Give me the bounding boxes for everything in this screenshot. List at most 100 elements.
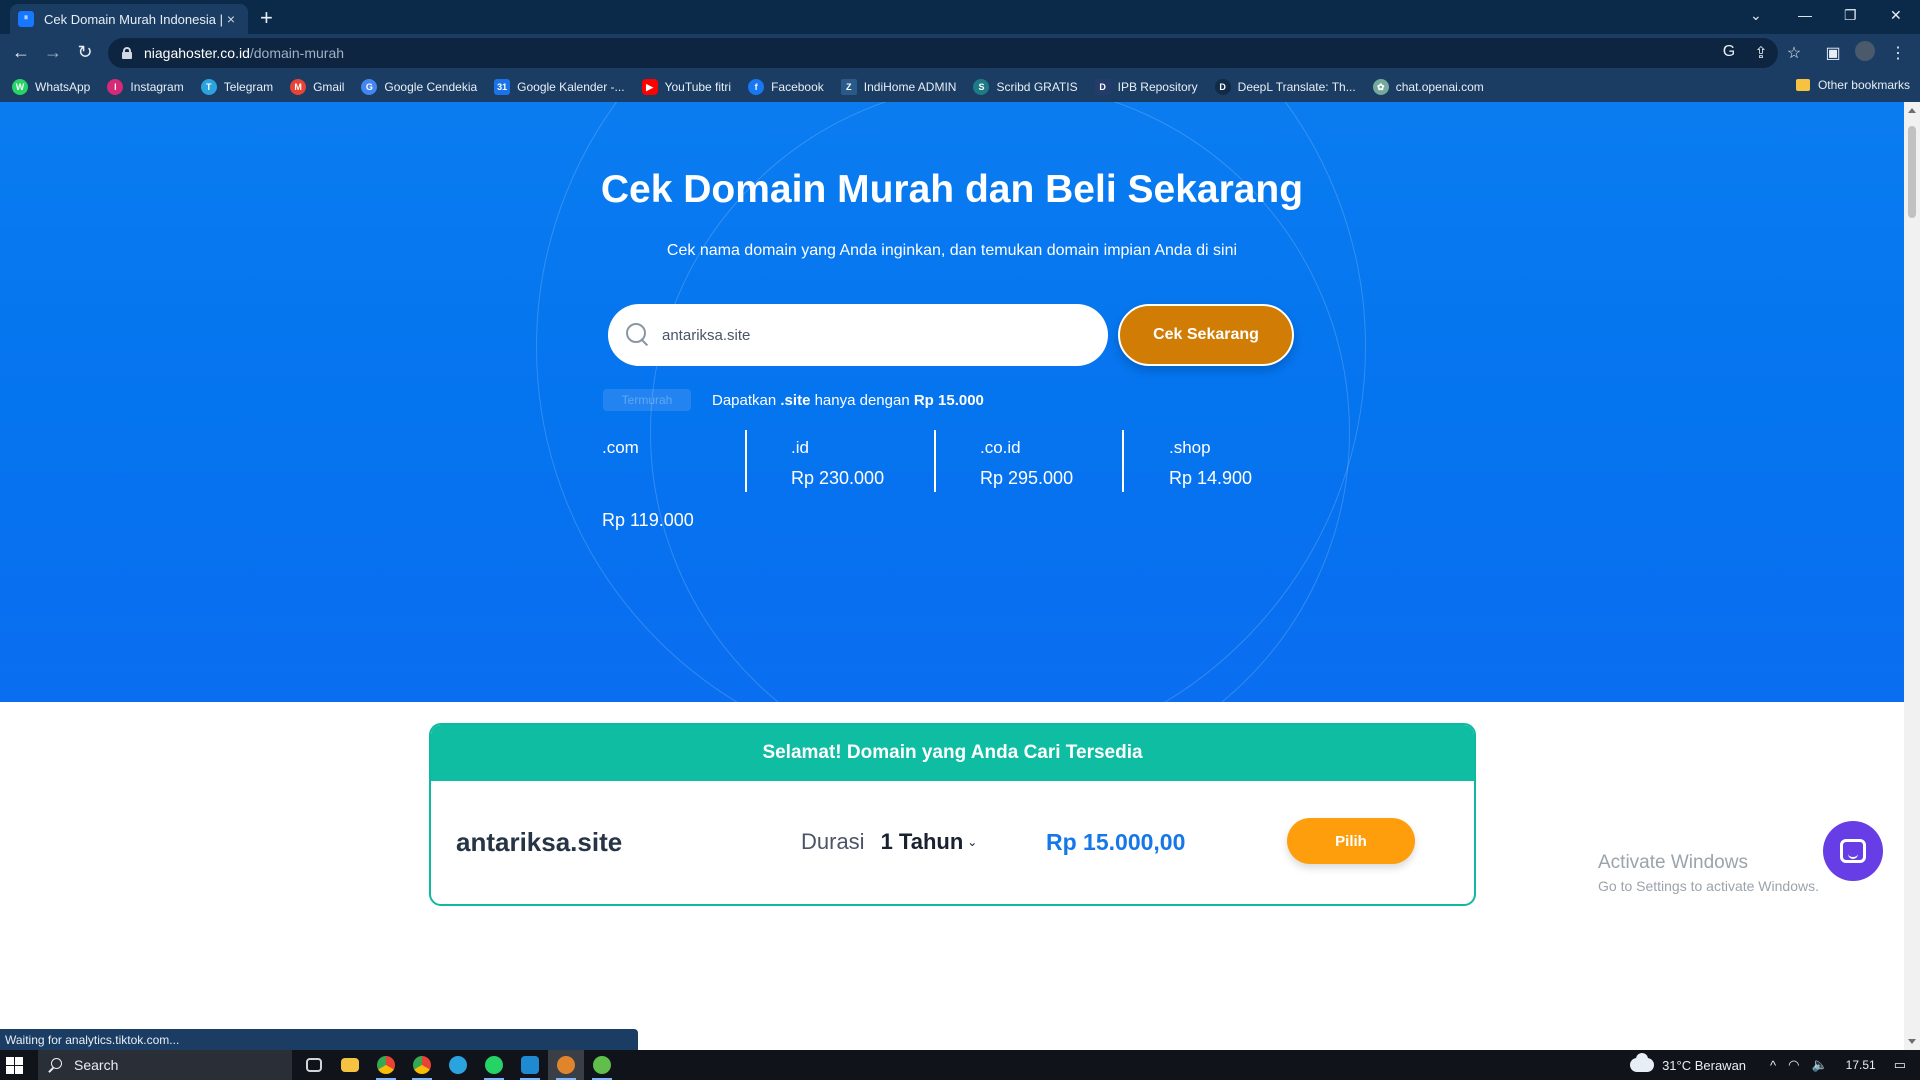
bookmark-deepl[interactable]: D DeepL Translate: Th... xyxy=(1214,79,1356,95)
notification-icon[interactable]: ▭ xyxy=(1894,1057,1906,1073)
chrome-icon-2[interactable] xyxy=(404,1050,440,1080)
result-header: Selamat! Domain yang Anda Cari Tersedia xyxy=(431,725,1474,781)
bookmark-indihome[interactable]: Z IndiHome ADMIN xyxy=(840,79,956,95)
browser-toolbar: ← → ↻ niagahoster.co.id/domain-murah G ⇪… xyxy=(0,34,1920,72)
weather-text[interactable]: 31°C Berawan xyxy=(1662,1058,1746,1073)
deepl-icon: D xyxy=(1214,79,1231,95)
tld-name: .shop xyxy=(1169,438,1211,457)
bookmark-google-cendekia[interactable]: G Google Cendekia xyxy=(361,79,477,95)
duration-selector[interactable]: Durasi 1 Tahun ⌄ xyxy=(801,829,977,855)
scrollbar-thumb[interactable] xyxy=(1908,126,1916,218)
tray-chevron-icon[interactable]: ^ xyxy=(1770,1058,1776,1073)
scroll-down-icon[interactable] xyxy=(1908,1039,1916,1044)
address-bar[interactable]: niagahoster.co.id/domain-murah xyxy=(108,38,1778,68)
taskbar-search[interactable]: Search xyxy=(38,1050,292,1080)
browser-tab-strip: ᐦ Cek Domain Murah Indonesia | B × + ⌄ —… xyxy=(0,0,1920,34)
gmail-icon: M xyxy=(290,79,307,95)
result-price: Rp 15.000,00 xyxy=(1046,829,1186,855)
task-view-icon[interactable] xyxy=(296,1050,332,1080)
tld-price: Rp 14.900 xyxy=(1169,468,1253,488)
search-icon xyxy=(626,323,650,347)
system-tray: 31°C Berawan ^ ◠ 🔈 17.51 ▭ xyxy=(1628,1050,1920,1080)
tab-search-icon[interactable]: ⌄ xyxy=(1750,0,1762,30)
close-window-icon[interactable]: ✕ xyxy=(1890,0,1902,30)
google-icon[interactable]: G xyxy=(1719,43,1739,61)
new-tab-button[interactable]: + xyxy=(260,5,273,31)
back-icon[interactable]: ← xyxy=(10,42,32,63)
whatsapp-icon[interactable] xyxy=(476,1050,512,1080)
bookmark-whatsapp[interactable]: W WhatsApp xyxy=(12,79,90,95)
reload-icon[interactable]: ↻ xyxy=(74,42,96,63)
instagram-icon: I xyxy=(107,79,124,95)
bookmark-youtube[interactable]: ▶ YouTube fitri xyxy=(641,79,731,95)
activate-windows-watermark: Activate Windows Go to Settings to activ… xyxy=(1598,852,1819,894)
vscode-icon[interactable] xyxy=(512,1050,548,1080)
browser-status-bar: Waiting for analytics.tiktok.com... xyxy=(0,1029,638,1050)
hero-section: Cek Domain Murah dan Beli Sekarang Cek n… xyxy=(0,102,1904,702)
scroll-up-icon[interactable] xyxy=(1908,108,1916,113)
bookmark-facebook[interactable]: f Facebook xyxy=(748,79,824,95)
bookmark-telegram[interactable]: T Telegram xyxy=(200,79,273,95)
page-subtitle: Cek nama domain yang Anda inginkan, dan … xyxy=(666,242,1238,259)
domain-search-box[interactable] xyxy=(608,304,1108,366)
google-calendar-icon: 31 xyxy=(494,79,511,95)
scribd-icon: S xyxy=(973,79,990,95)
tld-item: .shop Rp 14.900 xyxy=(1169,430,1319,489)
tld-item: .com Rp 119.000 xyxy=(602,430,752,531)
domain-search-input[interactable] xyxy=(662,326,1062,344)
whatsapp-icon: W xyxy=(12,79,28,95)
file-explorer-icon[interactable] xyxy=(332,1050,368,1080)
youtube-icon: ▶ xyxy=(641,79,658,95)
telegram-icon[interactable] xyxy=(440,1050,476,1080)
app-orange-icon[interactable] xyxy=(548,1050,584,1080)
tab-close-icon[interactable]: × xyxy=(222,11,240,27)
bookmark-ipb-repository[interactable]: D IPB Repository xyxy=(1094,79,1198,95)
other-bookmarks[interactable]: Other bookmarks xyxy=(1795,78,1910,92)
duration-value[interactable]: 1 Tahun xyxy=(881,829,964,855)
ipb-icon: D xyxy=(1094,79,1111,95)
pilih-button[interactable]: Pilih xyxy=(1287,818,1415,864)
menu-icon[interactable]: ⋮ xyxy=(1888,43,1908,63)
live-chat-button[interactable] xyxy=(1823,821,1883,881)
tld-price: Rp 119.000 xyxy=(602,510,694,530)
page-scrollbar[interactable] xyxy=(1904,102,1920,1050)
result-domain-name: antariksa.site xyxy=(456,827,623,857)
domain-result-card: Selamat! Domain yang Anda Cari Tersedia … xyxy=(429,723,1476,906)
clock[interactable]: 17.51 xyxy=(1846,1058,1876,1072)
bookmark-google-kalender[interactable]: 31 Google Kalender -... xyxy=(494,79,625,95)
minimize-icon[interactable]: — xyxy=(1798,0,1812,30)
windows-start-icon[interactable] xyxy=(6,1057,23,1074)
forward-icon[interactable]: → xyxy=(42,42,64,63)
openai-icon: ✿ xyxy=(1372,79,1389,95)
tab-title: Cek Domain Murah Indonesia | B xyxy=(44,11,222,27)
bookmark-chat-openai[interactable]: ✿ chat.openai.com xyxy=(1372,79,1484,95)
zte-icon: Z xyxy=(840,79,857,95)
page-content: Cek Domain Murah dan Beli Sekarang Cek n… xyxy=(0,102,1904,1050)
chevron-down-icon[interactable]: ⌄ xyxy=(967,835,977,849)
profile-avatar[interactable] xyxy=(1855,41,1875,61)
niagahoster-logo-icon: ᐦ xyxy=(18,11,34,27)
bookmark-scribd[interactable]: S Scribd GRATIS xyxy=(973,79,1078,95)
wifi-icon[interactable]: ◠ xyxy=(1788,1057,1799,1073)
side-panel-icon[interactable]: ▣ xyxy=(1823,43,1843,63)
app-green-icon[interactable] xyxy=(584,1050,620,1080)
weather-cloud-icon xyxy=(1628,1053,1655,1072)
tld-price: Rp 295.000 xyxy=(980,468,1074,488)
share-icon[interactable]: ⇪ xyxy=(1751,43,1771,63)
tld-item: .id Rp 230.000 xyxy=(791,430,941,489)
restore-icon[interactable]: ❐ xyxy=(1844,0,1857,30)
bookmark-star-icon[interactable]: ☆ xyxy=(1784,43,1804,63)
cek-sekarang-button[interactable]: Cek Sekarang xyxy=(1118,304,1294,366)
address-host: niagahoster.co.id xyxy=(144,45,250,61)
chat-bubble-icon xyxy=(1840,839,1866,863)
browser-tab[interactable]: ᐦ Cek Domain Murah Indonesia | B × xyxy=(10,4,248,34)
bookmark-gmail[interactable]: M Gmail xyxy=(290,79,344,95)
volume-icon[interactable]: 🔈 xyxy=(1811,1057,1827,1073)
search-icon xyxy=(48,1058,62,1072)
taskbar-apps xyxy=(296,1050,620,1080)
address-path: /domain-murah xyxy=(249,45,345,61)
google-scholar-icon: G xyxy=(361,79,378,95)
chrome-icon[interactable] xyxy=(368,1050,404,1080)
bookmark-instagram[interactable]: I Instagram xyxy=(107,79,184,95)
tld-price: Rp 230.000 xyxy=(791,468,885,488)
